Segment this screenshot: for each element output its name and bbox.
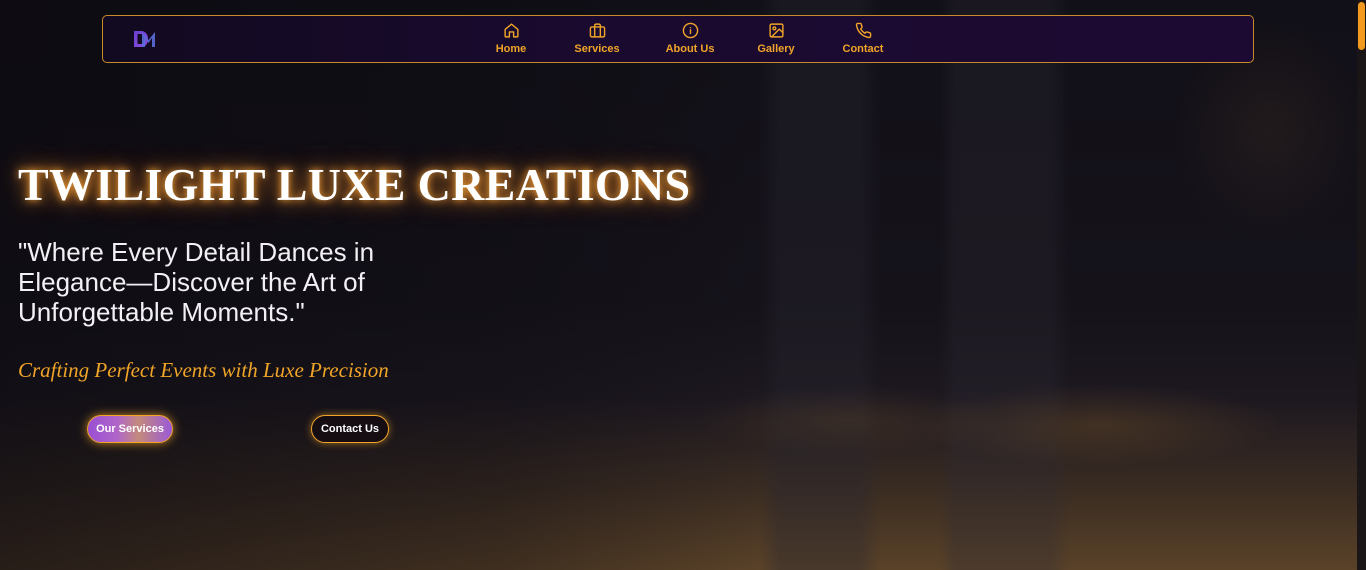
- phone-icon: [855, 22, 871, 39]
- info-icon: [682, 22, 698, 39]
- page-scrollbar[interactable]: [1357, 0, 1366, 570]
- nav-item-label: Services: [574, 43, 620, 55]
- contact-us-button[interactable]: Contact Us: [311, 415, 389, 443]
- hero-quote: "Where Every Detail Dances in Elegance—D…: [18, 237, 375, 327]
- home-icon: [503, 23, 519, 38]
- nav-item-services[interactable]: Services: [574, 22, 620, 58]
- nav-item-label: About Us: [665, 43, 715, 55]
- nav-item-home[interactable]: Home: [491, 22, 531, 58]
- hero-tagline: Crafting Perfect Events with Luxe Precis…: [18, 358, 389, 382]
- brand-logo[interactable]: [133, 29, 157, 49]
- hero-title: TWILIGHT LUXE CREATIONS: [18, 159, 691, 210]
- logo-icon: [134, 31, 155, 47]
- image-icon: [768, 23, 784, 38]
- our-services-button[interactable]: Our Services: [87, 415, 173, 443]
- nav-item-gallery[interactable]: Gallery: [756, 22, 796, 58]
- nav-item-label: Home: [495, 43, 527, 55]
- nav-menu: Home Services About Us Gallery Contact: [491, 22, 885, 58]
- nav-item-about-us[interactable]: About Us: [666, 22, 714, 58]
- briefcase-icon: [589, 23, 605, 38]
- nav-item-contact[interactable]: Contact: [841, 22, 885, 58]
- top-navbar: Home Services About Us Gallery Contact: [102, 15, 1254, 63]
- scrollbar-thumb[interactable]: [1358, 2, 1365, 50]
- nav-item-label: Contact: [842, 43, 884, 55]
- nav-item-label: Gallery: [757, 43, 795, 55]
